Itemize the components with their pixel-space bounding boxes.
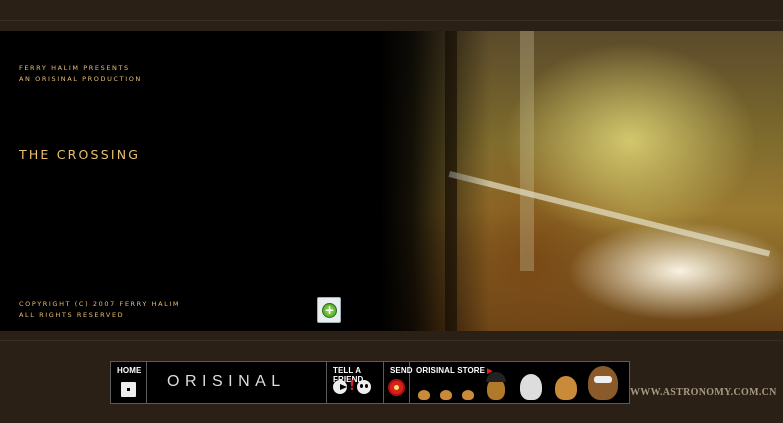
presenter-line: FERRY HALIM PRESENTS — [19, 64, 130, 72]
bird-icon[interactable] — [440, 390, 452, 400]
orisinal-logo[interactable]: ORISINAL — [147, 362, 327, 403]
exclamation-icon[interactable]: ! — [349, 380, 355, 394]
watermark: WWW.ASTRONOMY.COM.CN — [630, 387, 777, 398]
scene-rail — [448, 171, 771, 257]
pacman-icon[interactable] — [333, 380, 347, 394]
bird-icon[interactable] — [418, 390, 430, 400]
game-stage[interactable]: FERRY HALIM PRESENTS AN ORISINAL PRODUCT… — [0, 31, 783, 331]
copyright-line: COPYRIGHT (C) 2007 FERRY HALIM — [19, 300, 181, 308]
divider — [0, 20, 783, 21]
store-label: ORISINAL STORE ▶ — [416, 366, 493, 375]
smiley-icon[interactable] — [357, 380, 371, 394]
top-strip — [0, 0, 783, 31]
logo-wordmark: ORISINAL — [167, 373, 286, 390]
zoom-in-button[interactable]: + — [317, 297, 341, 323]
umbrella-critter-icon[interactable] — [486, 372, 506, 400]
home-label: HOME — [117, 366, 142, 375]
store-label-text: ORISINAL STORE — [416, 366, 486, 375]
home-square-icon[interactable] — [121, 382, 136, 397]
divider — [0, 340, 783, 341]
rights-line: ALL RIGHTS RESERVED — [19, 311, 125, 319]
home-section[interactable]: HOME — [111, 362, 147, 403]
production-line: AN ORISINAL PRODUCTION — [19, 75, 142, 83]
scene-fade — [380, 31, 490, 331]
flower-icon[interactable] — [390, 381, 403, 394]
orisinal-store-section[interactable]: ORISINAL STORE ▶ — [410, 362, 629, 403]
send-section[interactable]: SEND — [384, 362, 413, 403]
raccoon-icon[interactable] — [588, 366, 618, 400]
bird-icon[interactable] — [462, 390, 474, 400]
intro-credits: FERRY HALIM PRESENTS AN ORISINAL PRODUCT… — [19, 63, 142, 85]
cat-icon[interactable] — [520, 374, 542, 400]
copyright-block: COPYRIGHT (C) 2007 FERRY HALIM ALL RIGHT… — [19, 299, 180, 321]
site-navbar: HOME ORISINAL TELL A FRIEND ! SEND ORISI… — [110, 361, 630, 404]
plus-icon: + — [322, 303, 337, 318]
squirrel-icon[interactable] — [555, 376, 577, 400]
tell-a-friend-section[interactable]: TELL A FRIEND ! — [327, 362, 384, 403]
forest-scene-image — [380, 31, 783, 331]
scene-post — [520, 31, 534, 271]
game-title: THE CROSSING — [19, 147, 141, 162]
